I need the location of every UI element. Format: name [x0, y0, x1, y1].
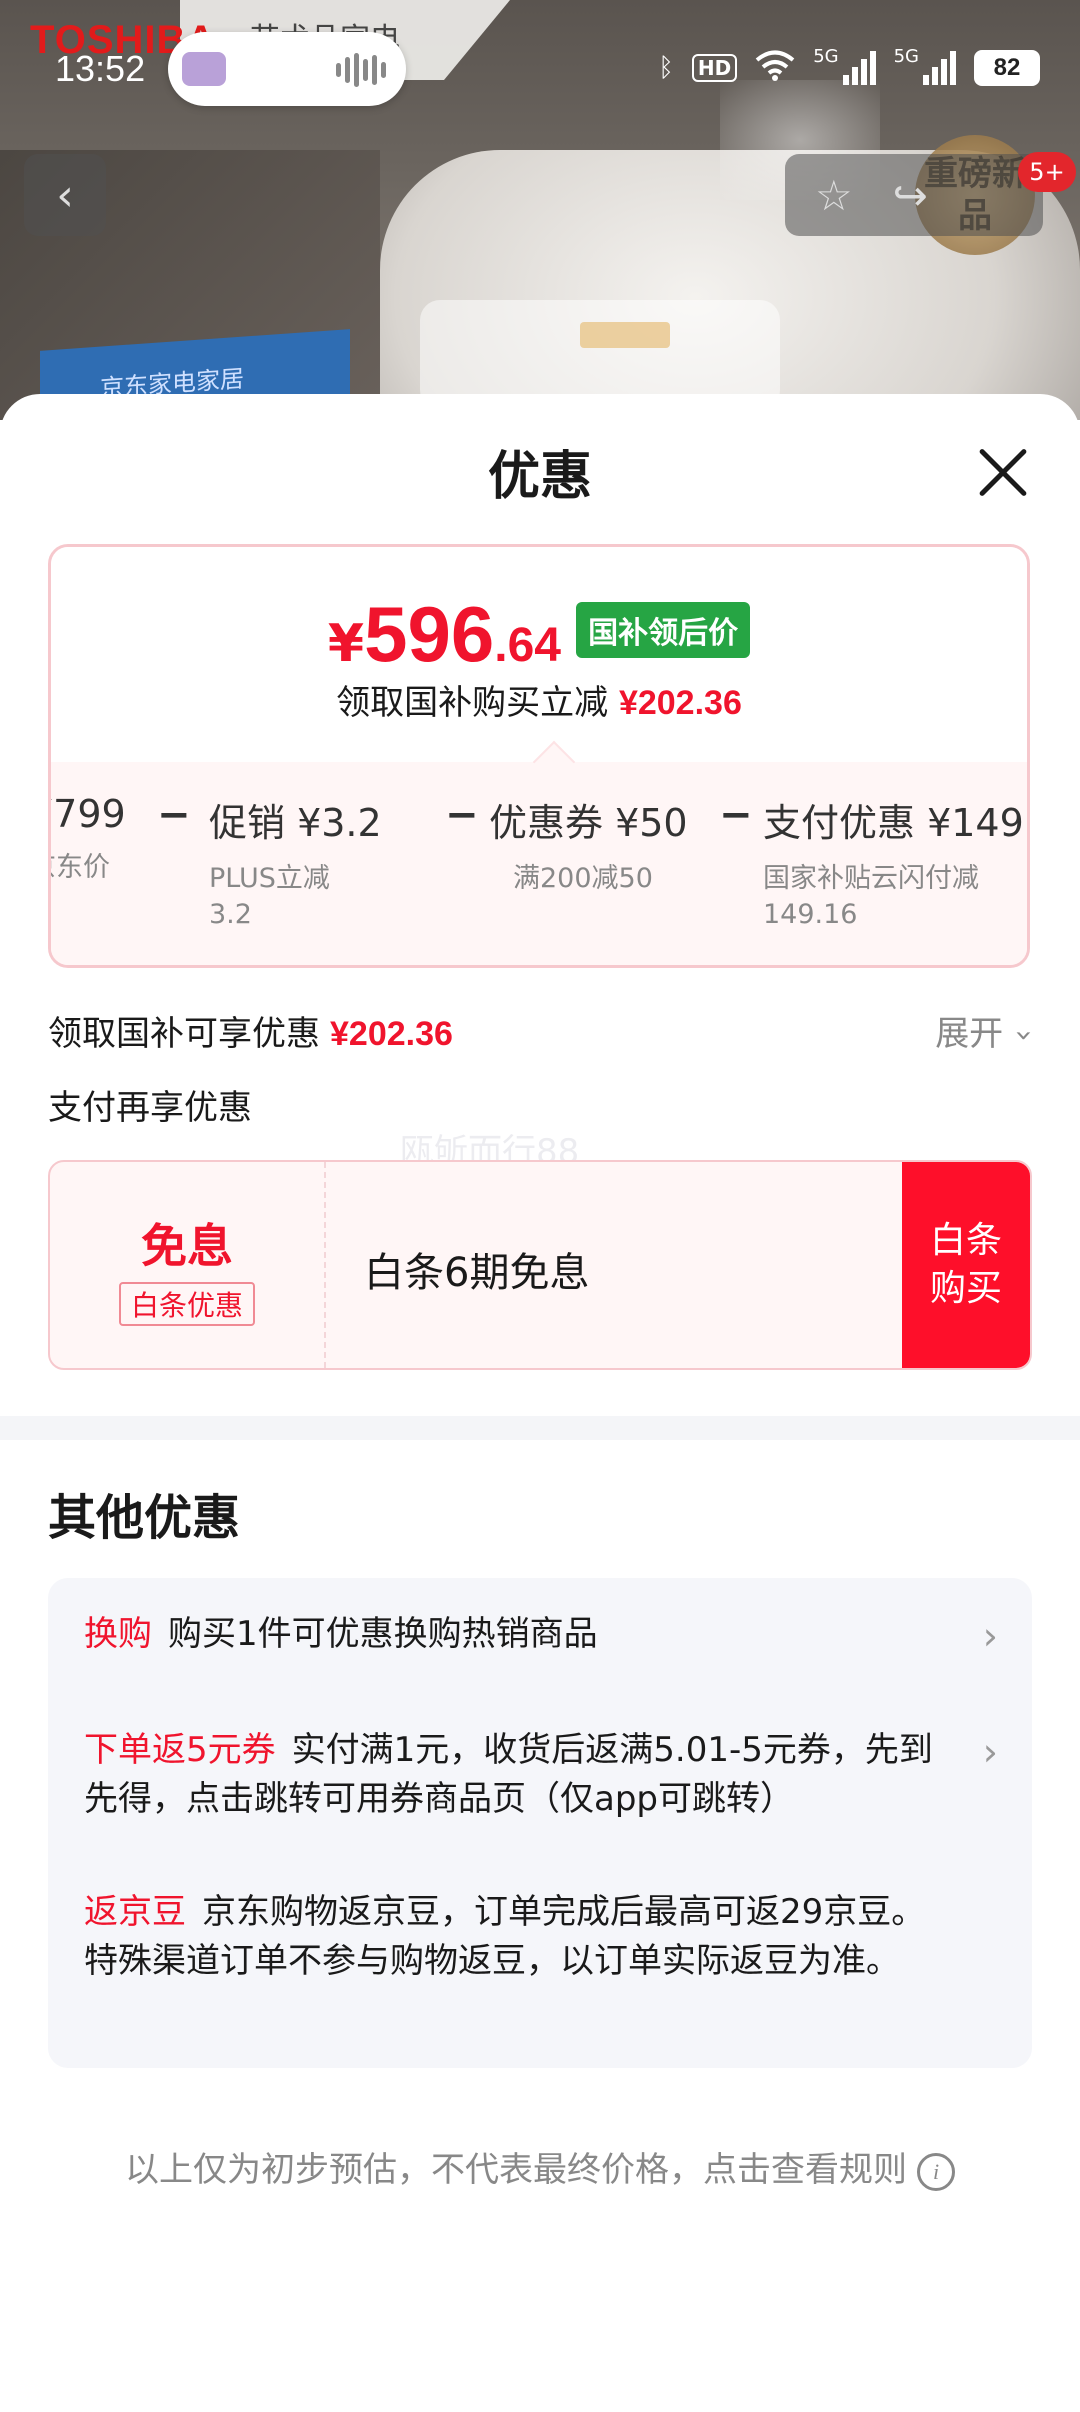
- network-5g-label-1: 5G: [813, 46, 839, 67]
- breakdown-item-payment: 支付优惠 ¥149.16 国家补贴云闪付减 149.16: [763, 792, 1027, 933]
- breakdown-value: 优惠券 ¥50: [489, 801, 688, 845]
- hd-icon: HD: [691, 54, 738, 82]
- pay-row-label: 支付再享优惠: [48, 1088, 252, 1128]
- rules-footer[interactable]: 以上仅为初步预估，不代表最终价格，点击查看规则 i: [0, 2142, 1080, 2191]
- price-decimal: .64: [494, 619, 561, 672]
- sheet-title: 优惠: [487, 447, 592, 507]
- breakdown-value: 促销 ¥3.2: [209, 801, 382, 845]
- offer-key: 返京豆: [84, 1892, 186, 1932]
- back-button[interactable]: ‹: [24, 154, 106, 236]
- price-top: ¥596.64 国补领后价 领取国补购买立减 ¥202.36: [51, 547, 1027, 762]
- offer-key: 下单返5元券: [84, 1730, 276, 1770]
- audio-wave-icon: [336, 52, 386, 88]
- offer-item-exchange[interactable]: 换购 购买1件可优惠换购热销商品: [84, 1610, 974, 1659]
- breakdown-value: 支付优惠 ¥149.16: [763, 801, 1027, 845]
- minus-sign: −: [719, 792, 753, 838]
- final-price: ¥596.64 国补领后价: [51, 589, 1027, 680]
- baitiao-buy-button[interactable]: 白条 购买: [902, 1162, 1030, 1368]
- chevron-down-icon: ›: [1006, 1029, 1042, 1042]
- info-icon: i: [917, 2152, 955, 2191]
- breakdown-item-jd-price: ¥799 京东价: [51, 792, 126, 886]
- offer-item-coupon[interactable]: 下单返5元券 实付满1元，收货后返满5.01-5元券，先到先得，点击跳转可用券商品…: [84, 1726, 934, 1824]
- other-offers-title: 其他优惠: [48, 1490, 241, 1546]
- subsidy-amount: ¥202.36: [330, 1015, 453, 1053]
- breakdown-item-promo: 促销 ¥3.2 PLUS立减 3.2: [209, 792, 382, 933]
- breakdown-value: ¥799: [51, 792, 126, 836]
- favorite-star-icon[interactable]: ☆: [815, 171, 853, 220]
- status-icons: ᛒ HD 5G 5G 82: [658, 46, 1040, 90]
- installment-text: 白条6期免息: [364, 1250, 590, 1296]
- baitiao-discount-tag: 白条优惠: [118, 1282, 255, 1326]
- breakdown-desc: 满200减50: [513, 863, 653, 894]
- close-button[interactable]: [975, 444, 1031, 500]
- section-divider: [0, 1416, 1080, 1440]
- notification-badge: 5+: [1018, 152, 1076, 192]
- other-offers-list: 换购 购买1件可优惠换购热销商品 › 下单返5元券 实付满1元，收货后返满5.01-…: [48, 1578, 1032, 2068]
- price-subtitle: 领取国补购买立减 ¥202.36: [51, 675, 1027, 724]
- breakdown-item-coupon: 优惠券 ¥50 满200减50: [489, 792, 688, 897]
- price-summary-card: ¥596.64 国补领后价 领取国补购买立减 ¥202.36 ¥799 京东价 …: [48, 544, 1030, 968]
- bluetooth-icon: ᛒ: [658, 53, 674, 83]
- rice-cooker-display: [580, 322, 670, 348]
- signal-icon-2: [923, 51, 956, 85]
- signal-icon-1: [842, 51, 876, 85]
- discount-sheet: 优惠 ¥596.64 国补领后价 领取国补购买立减 ¥202.36 ¥799 京…: [0, 394, 1080, 2412]
- rules-footer-text: 以上仅为初步预估，不代表最终价格，点击查看规则: [125, 2150, 907, 2190]
- share-icon[interactable]: ↪: [893, 171, 928, 220]
- price-breakdown: ¥799 京东价 − 促销 ¥3.2 PLUS立减 3.2 − 优惠券 ¥50 …: [51, 762, 1027, 965]
- baitiao-offer-card[interactable]: 免息 白条优惠 白条6期免息 白条 购买: [48, 1160, 1032, 1370]
- breakdown-desc: 京东价: [51, 852, 110, 883]
- offer-text: 京东购物返京豆，订单完成后最高可返29京豆。特殊渠道订单不参与购物返豆，以订单实…: [84, 1892, 926, 1981]
- price-subtitle-label: 领取国补购买立减: [336, 683, 609, 723]
- breakdown-desc: 国家补贴云闪付减 149.16: [763, 863, 979, 930]
- wifi-icon: [755, 49, 795, 88]
- offer-text: 购买1件可优惠换购热销商品: [168, 1614, 598, 1654]
- status-time: 13:52: [55, 48, 146, 89]
- expand-button[interactable]: 展开 ›: [935, 1006, 1041, 1055]
- offer-item-jingdou: 返京豆 京东购物返京豆，订单完成后最高可返29京豆。特殊渠道订单不参与购物返豆，以…: [84, 1888, 954, 1986]
- interest-free-label: 免息: [141, 1219, 233, 1273]
- app-thumbnail-icon: [182, 52, 226, 86]
- expand-label: 展开: [935, 1014, 1004, 1054]
- price-subtitle-amount: ¥202.36: [618, 684, 742, 722]
- voice-assistant-pill[interactable]: [168, 32, 406, 106]
- price-integer: 596: [364, 590, 495, 678]
- chevron-left-icon: ‹: [56, 169, 74, 221]
- subsidy-row: 领取国补可享优惠 ¥202.36: [48, 1006, 453, 1055]
- breakdown-desc: PLUS立减 3.2: [209, 863, 330, 930]
- chevron-right-icon[interactable]: ›: [983, 1730, 998, 1774]
- price-currency: ¥: [327, 614, 365, 674]
- top-action-bar: ☆ ↪: [785, 154, 1043, 236]
- minus-sign: −: [445, 792, 479, 838]
- chevron-right-icon[interactable]: ›: [983, 1614, 998, 1658]
- battery-icon: 82: [974, 50, 1040, 86]
- interest-free-badge: 免息 白条优惠: [50, 1162, 326, 1368]
- offer-key: 换购: [84, 1614, 152, 1654]
- subsidy-label: 领取国补可享优惠: [48, 1014, 320, 1054]
- network-5g-label-2: 5G: [893, 46, 919, 67]
- subsidy-price-tag: 国补领后价: [576, 602, 751, 658]
- minus-sign: −: [157, 792, 191, 838]
